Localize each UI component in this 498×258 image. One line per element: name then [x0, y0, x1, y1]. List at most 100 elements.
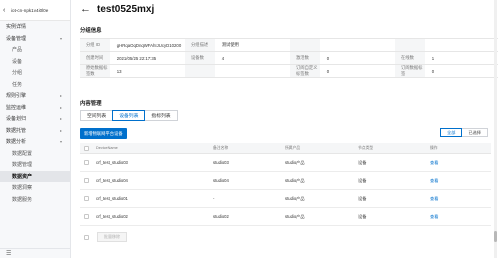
sidebar-item[interactable]: 数据配置 — [0, 148, 70, 160]
sidebar-item[interactable]: 数据资产 — [0, 170, 70, 182]
sidebar-item[interactable]: 实例详情 — [0, 21, 70, 33]
info-key — [185, 65, 215, 77]
filter-toggle: 全部 已选择 — [440, 128, 488, 137]
filter-selected-button[interactable]: 已选择 — [461, 128, 488, 137]
info-value: 2021/05/25 22:17:35 — [116, 55, 157, 61]
view-link[interactable]: 查看 — [427, 178, 487, 184]
device-node-type: 设备 — [358, 159, 367, 165]
sidebar-menu: 实例详情 设备管理 ▾ 产品 设备 分组 任务 规则引擎 ▸ 监控运维 ▸ 设备划归 ▸ 数据托管 ▸ 数据分… — [0, 21, 70, 205]
sidebar-item[interactable]: 分组 — [0, 67, 70, 79]
row-select-cell — [80, 214, 93, 219]
info-value — [215, 65, 290, 77]
info-value: gHRqaOqDnqWFAhIJUcyD10200 — [116, 42, 182, 48]
view-link[interactable]: 查看 — [427, 214, 487, 220]
info-value: 0 — [326, 68, 330, 74]
filter-all-button[interactable]: 全部 — [440, 128, 463, 137]
tab-1[interactable]: 设备列表 — [112, 110, 146, 121]
menu-collapse-icon[interactable]: ☰ — [0, 248, 70, 258]
info-grid: 分组 ID gHRqaOqDnqWFAhIJUcyD10200 分组描述 测试使用 创建… — [80, 38, 498, 78]
sidebar-item[interactable]: 数据托管 ▸ — [0, 125, 70, 137]
sidebar-item[interactable]: 设备管理 ▾ — [0, 33, 70, 45]
device-table: DeviceName 备注名称 所属产品 节点类型 操作 crf_test_st… — [80, 143, 491, 226]
add-device-button[interactable]: 新增物联网平台设备 — [80, 128, 127, 139]
back-arrow-icon[interactable]: ‹ — [3, 7, 11, 14]
info-key: 分组 ID — [80, 39, 110, 51]
header-note: 备注名称 — [213, 145, 229, 150]
tab-0[interactable]: 空间列表 — [80, 110, 114, 121]
device-note: studio04 — [213, 178, 229, 183]
sidebar-item-label: 数据管理 — [12, 162, 33, 169]
section-title-content: 内容管理 — [80, 101, 102, 107]
sidebar-item[interactable]: 设备划归 ▸ — [0, 113, 70, 125]
header-product: 所属产品 — [285, 145, 301, 150]
table-footer: 批量移除 — [80, 232, 127, 242]
sidebar-item-label: 数据托管 — [6, 127, 27, 134]
vertical-scrollbar[interactable] — [494, 0, 497, 258]
device-name: crf_test_studio01 — [96, 196, 128, 201]
sidebar-item[interactable]: 设备 — [0, 56, 70, 68]
sidebar-instance-header[interactable]: ‹ iot-cn-npk1v4i0l0e — [0, 0, 70, 21]
scrollbar-thumb[interactable] — [494, 231, 497, 242]
select-all-checkbox[interactable] — [84, 145, 89, 151]
sidebar-item-label: 实例详情 — [6, 24, 27, 31]
view-link[interactable]: 查看 — [427, 160, 487, 166]
table-body: crf_test_studio03 studio03 studio产品 设备 查看 crf… — [80, 154, 491, 226]
sidebar-item-label: 产品 — [12, 47, 23, 54]
section-title-info: 分组信息 — [80, 28, 102, 34]
device-note: studio02 — [213, 214, 229, 219]
sidebar-item[interactable]: 数据服务 — [0, 194, 70, 206]
device-name: crf_test_studio02 — [96, 214, 128, 219]
row-checkbox[interactable] — [84, 214, 89, 219]
sidebar-item-label: 监控运维 — [6, 104, 27, 111]
sidebar-item[interactable]: 数据分析 ▾ — [0, 136, 70, 148]
info-value: 1 — [431, 55, 435, 61]
back-arrow-icon[interactable]: ← — [80, 4, 91, 15]
header-node-type: 节点类型 — [358, 145, 374, 150]
info-value: 4 — [221, 55, 225, 61]
info-value: 0 — [326, 55, 330, 61]
footer-select-all-checkbox[interactable] — [84, 234, 89, 240]
chevron-right-icon: ▸ — [59, 104, 62, 110]
info-row: 创建时间 2021/05/25 22:17:35 设备数 4 激活数 0 在线数 1 — [80, 52, 498, 65]
device-node-type: 设备 — [358, 177, 367, 183]
info-key — [290, 39, 320, 51]
device-name: crf_test_studio03 — [96, 160, 128, 165]
device-product: studio产品 — [285, 213, 305, 219]
row-checkbox[interactable] — [84, 178, 89, 183]
info-key: 在线数 — [395, 52, 425, 64]
chevron-down-icon: ▾ — [59, 139, 62, 145]
sidebar-item-label: 任务 — [12, 81, 23, 88]
info-value — [320, 39, 395, 51]
sidebar-item[interactable]: 数据管理 — [0, 159, 70, 171]
chevron-right-icon: ▸ — [59, 127, 62, 133]
view-link[interactable]: 查看 — [427, 196, 487, 202]
row-checkbox[interactable] — [84, 160, 89, 165]
device-node-type: 设备 — [358, 213, 367, 219]
instance-id: iot-cn-npk1v4i0l0e — [11, 7, 49, 13]
sidebar-item[interactable]: 任务 — [0, 79, 70, 91]
sidebar: ‹ iot-cn-npk1v4i0l0e 实例详情设备管理 ▾ 产品设备分组任务规则… — [0, 0, 71, 258]
header-operation: 操作 — [430, 145, 438, 150]
info-key: 设备数 — [185, 52, 215, 64]
info-value: 0 — [431, 68, 435, 74]
sidebar-item-label: 数据资产 — [12, 173, 33, 180]
row-select-cell — [80, 160, 93, 165]
select-all-cell — [80, 145, 93, 151]
sidebar-item-label: 规则引擎 — [6, 93, 27, 100]
chevron-down-icon: ▾ — [59, 35, 62, 41]
device-note: - — [213, 196, 215, 201]
row-checkbox[interactable] — [84, 196, 89, 201]
info-key: 订阅自定义标签数 — [290, 65, 320, 77]
sidebar-item[interactable]: 规则引擎 ▸ — [0, 90, 70, 102]
sidebar-item[interactable]: 监控运维 ▸ — [0, 102, 70, 114]
sidebar-item-label: 设备管理 — [6, 35, 27, 42]
batch-remove-button[interactable]: 批量移除 — [97, 232, 127, 242]
sidebar-item[interactable]: 数据洞察 — [0, 182, 70, 194]
tab-2[interactable]: 指标列表 — [144, 110, 178, 121]
sidebar-item-label: 分组 — [12, 70, 23, 77]
info-value: 测试使用 — [221, 42, 239, 47]
sidebar-item[interactable]: 产品 — [0, 44, 70, 56]
sidebar-item-label: 数据配置 — [12, 150, 33, 157]
info-key: 激活数 — [290, 52, 320, 64]
page-header: ← test0525mxj — [80, 4, 154, 16]
